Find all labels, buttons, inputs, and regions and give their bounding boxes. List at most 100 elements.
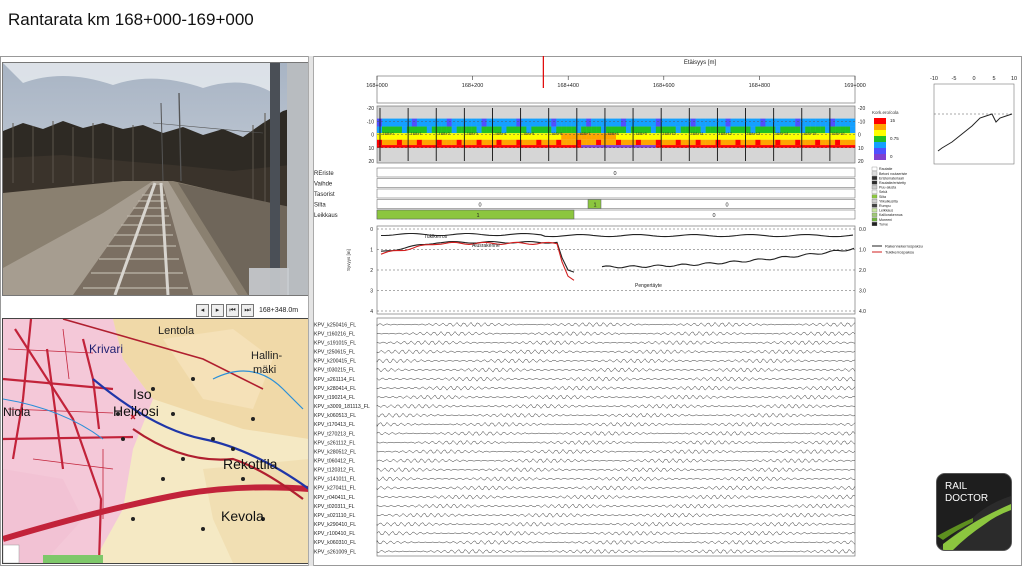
gpr-cell: [536, 118, 542, 127]
gpr-cell: [441, 118, 447, 127]
gpr-cell: [650, 126, 657, 134]
gpr-cell: [795, 145, 801, 148]
gpr-cell: [675, 118, 681, 127]
logo-line-1: RAIL: [945, 481, 968, 492]
gpr-cell: [680, 126, 686, 134]
gpr-cell: [740, 126, 746, 134]
last-frame-button[interactable]: ⏭: [241, 303, 254, 317]
gpr-cell: [391, 118, 398, 127]
gpr-cell: [635, 145, 642, 148]
gpr-cell: [840, 118, 846, 127]
gpr-cell: [725, 139, 731, 146]
track-legend-swatch: [871, 171, 878, 176]
colorbar-title: Kork.ero/cola: [872, 110, 899, 115]
gpr-cell: [820, 133, 826, 140]
gpr-cell: [446, 139, 452, 146]
gpr-cell: [820, 139, 826, 146]
gpr-cell: [536, 126, 542, 134]
track-legend: RautatieBetoni routaeristeEristemateriaa…: [871, 166, 907, 226]
gpr-cell: [730, 145, 736, 148]
gpr-cell: [531, 139, 537, 146]
gpr-cell: [586, 145, 592, 148]
track-legend-swatch: [871, 185, 878, 190]
gpr-section-label: 168+16: [831, 131, 845, 136]
gpr-cell: [381, 118, 388, 127]
next-frame-button[interactable]: ▸: [211, 303, 224, 317]
gpr-cell: [715, 145, 721, 148]
gpr-cell: [795, 126, 801, 134]
gpr-cell: [820, 126, 826, 134]
profile-legend-label: Rakennekerrospaksu: [885, 244, 923, 249]
track-row-bar: [376, 199, 856, 209]
distance-axis-label: Etäisyys [m]: [684, 60, 717, 66]
gpr-cell: [665, 118, 671, 127]
gpr-cell: [720, 139, 726, 146]
gpr-cell: [850, 118, 856, 127]
gpr-cell: [501, 118, 507, 127]
gpr-cell: [616, 145, 622, 148]
gpr-cell: [566, 133, 572, 140]
gpr-cell: [850, 133, 856, 140]
gpr-cell: [690, 118, 696, 127]
gpr-cell: [655, 145, 662, 148]
gpr-cell: [601, 133, 607, 140]
trace-label: KPV_t250615_FL: [314, 350, 355, 356]
gpr-cell: [815, 118, 821, 127]
gpr-y-tick-label: -10: [367, 119, 374, 125]
gpr-cell: [396, 126, 403, 134]
prev-frame-button[interactable]: ◂: [196, 303, 209, 317]
gpr-cell: [845, 126, 851, 134]
gpr-cell: [536, 145, 542, 148]
trace-label: KPV_s021110_FL: [314, 513, 355, 519]
colorbar: 15 0.75 0: [874, 118, 899, 160]
gpr-cell: [581, 118, 587, 127]
gpr-cell: [416, 145, 423, 148]
map-label-heikosi: Heikosi: [113, 403, 159, 419]
first-frame-button[interactable]: ⏮: [226, 303, 239, 317]
colorbar-tick-label: 0.75: [890, 136, 899, 141]
gpr-cell: [581, 139, 587, 146]
trace-label: KPV_s3009_181113_FL: [314, 404, 370, 410]
gpr-cell: [601, 126, 607, 134]
gpr-section-label: 168+8: [607, 131, 619, 136]
track-legend-swatch: [871, 180, 878, 185]
gpr-cell: [620, 133, 627, 140]
gpr-cell: [670, 145, 676, 148]
track-row-label: REriste: [314, 171, 334, 177]
track-legend-label: Betoni routaeriste: [879, 172, 907, 176]
gpr-cell: [705, 133, 711, 140]
gpr-cell: [596, 118, 602, 127]
profile-y-tick: 4: [370, 309, 373, 315]
gpr-cell: [476, 118, 482, 127]
colorbar-swatch: [874, 148, 886, 154]
track-row-value: 1: [476, 213, 479, 219]
gpr-cell: [506, 118, 512, 127]
gpr-cell: [810, 118, 816, 127]
gpr-cell: [606, 118, 612, 127]
gpr-cell: [645, 139, 652, 146]
gpr-cell: [805, 139, 811, 146]
map-label-lentola: Lentola: [158, 325, 195, 337]
gpr-cell: [496, 139, 502, 146]
gpr-cell: [391, 139, 398, 146]
gpr-cell: [690, 145, 696, 148]
gpr-cell: [815, 145, 821, 148]
gpr-cell: [765, 139, 771, 146]
track-legend-label: Eristemateriaali: [879, 176, 904, 180]
gpr-y-tick-label-right: 10: [858, 146, 864, 152]
location-map[interactable]: Lentola Krivari Hallin- mäki Iso Heikosi…: [2, 318, 310, 564]
trace-label: KPV_k290410_FL: [314, 522, 356, 528]
gpr-cell: [630, 118, 637, 127]
gpr-cell: [451, 145, 457, 148]
gpr-cell: [511, 139, 517, 146]
gpr-cell: [705, 139, 711, 146]
track-row-value: 0: [478, 203, 481, 209]
gpr-cell: [640, 139, 647, 146]
gpr-cell: [601, 139, 607, 146]
gpr-cell: [655, 126, 662, 134]
gpr-section-label: 168+3: [467, 131, 479, 136]
gpr-cell: [511, 133, 517, 140]
gpr-cell: [720, 118, 726, 127]
gpr-y-tick-label-right: 20: [858, 159, 864, 165]
rail-doctor-logo-graphic: RAIL DOCTOR: [937, 474, 1011, 550]
